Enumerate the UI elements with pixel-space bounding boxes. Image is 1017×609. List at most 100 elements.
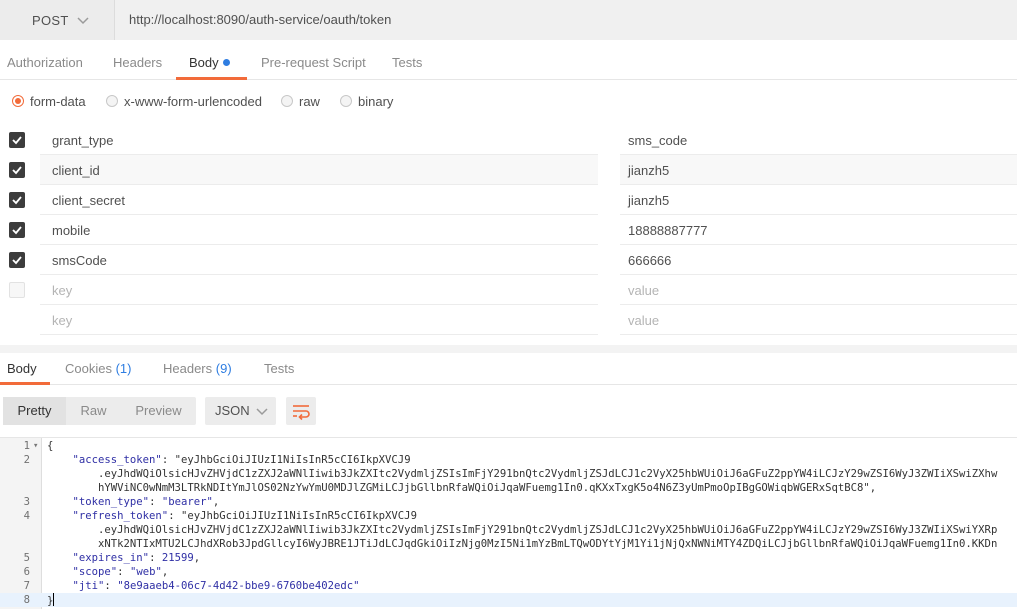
tab-pre-request-script[interactable]: Pre-request Script — [261, 44, 366, 80]
response-tab-label: Cookies — [65, 361, 112, 376]
code-line: 2 "access_token": "eyJhbGciOiJIUzI1NiIsI… — [0, 453, 1017, 467]
radio-label: binary — [358, 93, 394, 109]
headers-count: (9) — [215, 361, 232, 376]
wrap-lines-button[interactable] — [286, 397, 316, 425]
param-value-cell[interactable]: 666666 — [620, 245, 1017, 275]
radio-checked-icon — [12, 95, 24, 107]
param-key-cell[interactable]: client_secret — [40, 185, 598, 215]
param-value-cell[interactable]: jianzh5 — [620, 155, 1017, 185]
radio-form-data[interactable]: form-data — [12, 88, 86, 114]
chevron-down-icon — [256, 408, 268, 416]
code-text: "jti": "8e9aaeb4-06c7-4d42-bbe9-6760be40… — [72, 580, 360, 592]
line-number: 8 — [23, 594, 30, 606]
code-line: 1 ▾ { — [0, 439, 1017, 453]
code-line: 7 "jti": "8e9aaeb4-06c7-4d42-bbe9-6760be… — [0, 579, 1017, 593]
tab-body[interactable]: Body — [189, 44, 230, 80]
code-line: 4 "refresh_token": "eyJhbGciOiJIUzI1NiIs… — [0, 509, 1017, 523]
code-line: 6 "scope": "web", — [0, 565, 1017, 579]
param-checkbox[interactable] — [9, 162, 25, 178]
line-number: 2 — [23, 454, 30, 466]
url-input[interactable]: http://localhost:8090/auth-service/oauth… — [129, 12, 391, 27]
param-key-cell[interactable]: mobile — [40, 215, 598, 245]
radio-label: raw — [299, 93, 320, 109]
code-line: 3 "token_type": "bearer", — [0, 495, 1017, 509]
checkmark-icon — [12, 256, 22, 265]
code-text: xNTk2NTIxMTU2LCJhdXRob3JpdGllcyI6WyJBRE1… — [47, 538, 998, 550]
text-cursor — [53, 593, 55, 606]
param-checkbox[interactable] — [9, 252, 25, 268]
code-text: { — [47, 440, 54, 452]
format-label: JSON — [215, 403, 250, 418]
tab-authorization[interactable]: Authorization — [7, 44, 83, 80]
response-tab-label: Headers — [163, 361, 213, 376]
radio-icon — [281, 95, 293, 107]
radio-label: form-data — [30, 93, 86, 109]
response-tab-headers[interactable]: Headers (9) — [163, 353, 232, 385]
code-lines: 1 ▾ {2 "access_token": "eyJhbGciOiJIUzI1Ni… — [0, 439, 1017, 607]
param-key: client_secret — [52, 193, 125, 208]
param-key-cell[interactable]: grant_type — [40, 125, 598, 155]
response-tab-tests[interactable]: Tests — [264, 353, 294, 385]
new-value-input[interactable]: value — [620, 305, 1017, 335]
wrap-lines-icon — [293, 405, 310, 421]
view-pretty-button[interactable]: Pretty — [3, 397, 66, 425]
checkmark-icon — [12, 166, 22, 175]
param-value-cell[interactable]: 18888887777 — [620, 215, 1017, 245]
param-value-cell[interactable]: jianzh5 — [620, 185, 1017, 215]
response-tab-body[interactable]: Body — [7, 353, 37, 385]
code-text: hYWViNC0wNmM3LTRkNDItYmJlOS02NzYwYmU0MDJ… — [47, 482, 877, 494]
code-text: .eyJhdWQiOlsicHJvZHVjdC1zZXJ2aWNlIiwib3J… — [47, 524, 998, 536]
param-checkbox-empty[interactable] — [9, 282, 25, 298]
format-select[interactable]: JSON — [205, 397, 276, 425]
tab-headers[interactable]: Headers — [113, 44, 162, 80]
radio-icon — [106, 95, 118, 107]
method-select[interactable]: POST — [0, 0, 115, 40]
code-line: xNTk2NTIxMTU2LCJhdXRob3JpdGllcyI6WyJBRE1… — [0, 537, 1017, 551]
new-key-input[interactable]: key — [40, 305, 598, 335]
radio-x-www-form-urlencoded[interactable]: x-www-form-urlencoded — [106, 88, 262, 114]
radio-binary[interactable]: binary — [340, 88, 393, 114]
new-value-input[interactable]: value — [620, 275, 1017, 305]
response-tab-cookies[interactable]: Cookies (1) — [65, 353, 131, 385]
line-number: 7 — [23, 580, 30, 592]
new-key-input[interactable]: key — [40, 275, 598, 305]
checkmark-icon — [12, 136, 22, 145]
response-body-editor[interactable]: 1 ▾ {2 "access_token": "eyJhbGciOiJIUzI1Ni… — [0, 437, 1017, 609]
checkmark-icon — [12, 196, 22, 205]
url-bar: POST http://localhost:8090/auth-service/… — [0, 0, 1017, 40]
param-checkbox[interactable] — [9, 222, 25, 238]
param-value: 18888887777 — [628, 223, 708, 238]
param-row: smsCode 666666 — [0, 245, 1017, 275]
param-checkbox[interactable] — [9, 192, 25, 208]
method-label: POST — [32, 12, 69, 28]
view-raw-button[interactable]: Raw — [66, 397, 121, 425]
code-text: .eyJhdWQiOlsicHJvZHVjdC1zZXJ2aWNlIiwib3J… — [47, 468, 998, 480]
code-text: "scope": "web", — [72, 566, 169, 578]
param-row: client_secret jianzh5 — [0, 185, 1017, 215]
param-key: smsCode — [52, 253, 107, 268]
value-placeholder: value — [628, 283, 660, 298]
param-value: jianzh5 — [628, 163, 670, 178]
param-key-cell[interactable]: smsCode — [40, 245, 598, 275]
param-value: 666666 — [628, 253, 672, 268]
fold-arrow-icon[interactable]: ▾ — [33, 439, 38, 453]
param-row: mobile 18888887777 — [0, 215, 1017, 245]
param-key-cell[interactable]: client_id — [40, 155, 598, 185]
view-mode-toggle: Pretty Raw Preview — [3, 397, 196, 425]
param-row: grant_type sms_code — [0, 125, 1017, 155]
line-number: 1 — [23, 440, 30, 452]
cookies-count: (1) — [115, 361, 132, 376]
param-key: mobile — [52, 223, 91, 238]
param-value: jianzh5 — [628, 193, 670, 208]
view-preview-button[interactable]: Preview — [121, 397, 196, 425]
body-type-options: form-data x-www-form-urlencoded raw bina… — [0, 88, 1017, 114]
radio-label: x-www-form-urlencoded — [124, 93, 262, 109]
form-data-table: grant_type sms_code client_id jianzh5 cl… — [0, 125, 1017, 335]
value-placeholder: value — [628, 313, 660, 328]
param-checkbox[interactable] — [9, 132, 25, 148]
radio-raw[interactable]: raw — [281, 88, 320, 114]
code-line: .eyJhdWQiOlsicHJvZHVjdC1zZXJ2aWNlIiwib3J… — [0, 523, 1017, 537]
param-value-cell[interactable]: sms_code — [620, 125, 1017, 155]
param-key: grant_type — [52, 133, 114, 148]
tab-tests[interactable]: Tests — [392, 44, 422, 80]
